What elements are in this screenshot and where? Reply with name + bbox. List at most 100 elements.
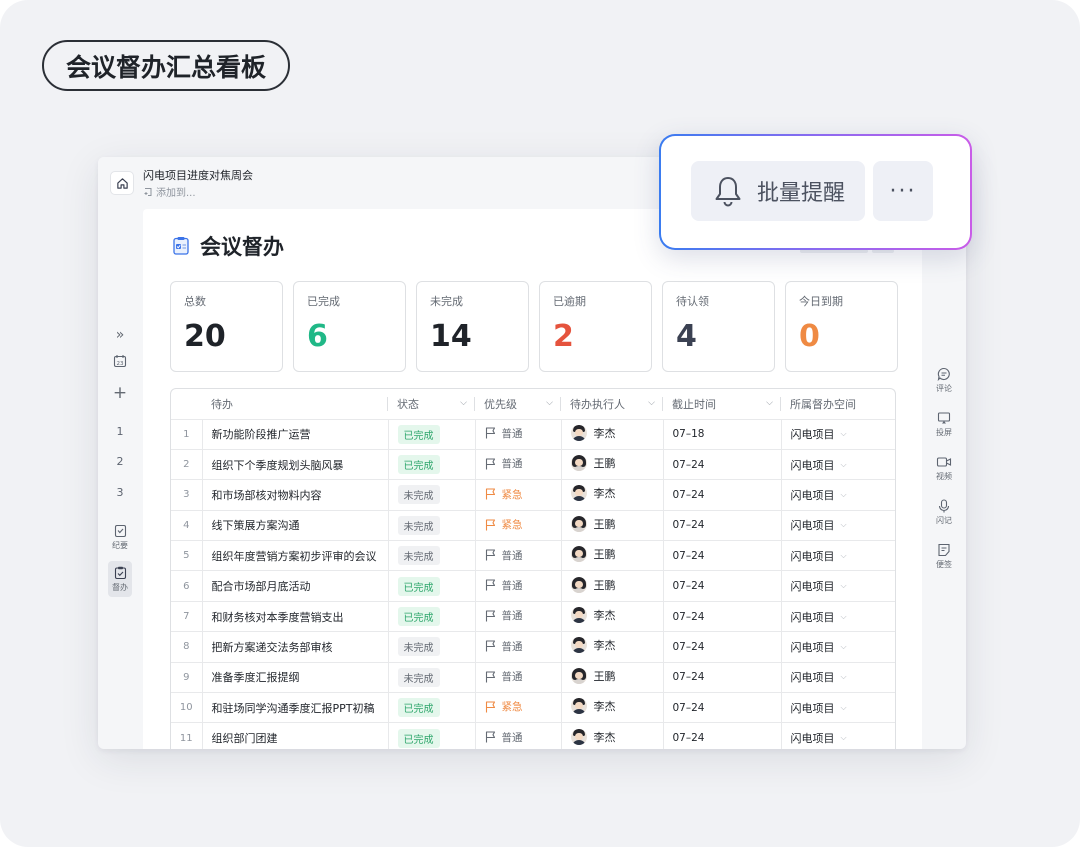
priority-cell[interactable]: 紧急 — [474, 479, 561, 511]
header-task[interactable]: 待办 — [202, 389, 388, 420]
table-row[interactable]: 8 把新方案递交法务部审核 未完成 普通 李杰 07–24 闪电项目 ⌵ — [171, 631, 895, 663]
table-row[interactable]: 2 组织下个季度规划头脑风暴 已完成 普通 王鹏 07–24 闪电项目 ⌵ — [171, 449, 895, 481]
table-row[interactable]: 5 组织年度营销方案初步评审的会议 未完成 普通 王鹏 07–24 闪电项目 ⌵ — [171, 540, 895, 572]
video-button[interactable]: 视频 — [922, 455, 966, 482]
assignee-cell[interactable]: 李杰 — [560, 631, 663, 663]
task-cell[interactable]: 组织部门团建 — [201, 722, 388, 749]
space-cell[interactable]: 闪电项目 ⌵ — [780, 510, 895, 542]
priority-cell[interactable]: 普通 — [474, 570, 561, 602]
task-cell[interactable]: 和驻场同学沟通季度汇报PPT初稿 — [201, 692, 388, 724]
assignee-cell[interactable]: 王鹏 — [560, 449, 663, 481]
table-row[interactable]: 1 新功能阶段推广运营 已完成 普通 李杰 07–18 闪电项目 ⌵ — [171, 419, 895, 450]
space-cell[interactable]: 闪电项目 ⌵ — [780, 722, 895, 749]
expand-button[interactable]: » — [98, 327, 142, 343]
task-cell[interactable]: 新功能阶段推广运营 — [201, 419, 388, 450]
table-row[interactable]: 10 和驻场同学沟通季度汇报PPT初稿 已完成 紧急 李杰 07–24 闪电项目 ⌵ — [171, 692, 895, 724]
assignee-cell[interactable]: 王鹏 — [560, 662, 663, 694]
add-to-link[interactable]: 添加到... — [143, 184, 196, 199]
priority-cell[interactable]: 普通 — [474, 722, 561, 749]
priority-cell[interactable]: 紧急 — [474, 692, 561, 724]
status-cell[interactable]: 已完成 — [387, 601, 475, 633]
assignee-cell[interactable]: 王鹏 — [560, 540, 663, 572]
status-cell[interactable]: 已完成 — [387, 692, 475, 724]
stat-card[interactable]: 今日到期 0 — [785, 281, 898, 372]
task-cell[interactable]: 准备季度汇报提纲 — [201, 662, 388, 694]
deadline-cell[interactable]: 07–24 — [662, 479, 781, 511]
status-cell[interactable]: 已完成 — [387, 419, 475, 450]
task-cell[interactable]: 组织下个季度规划头脑风暴 — [201, 449, 388, 481]
sticky-note-button[interactable]: 便签 — [922, 543, 966, 570]
space-cell[interactable]: 闪电项目 ⌵ — [780, 631, 895, 663]
deadline-cell[interactable]: 07–24 — [662, 722, 781, 749]
task-cell[interactable]: 配合市场部月底活动 — [201, 570, 388, 602]
status-cell[interactable]: 已完成 — [387, 722, 475, 749]
assignee-cell[interactable]: 王鹏 — [560, 570, 663, 602]
assignee-cell[interactable]: 李杰 — [560, 692, 663, 724]
task-cell[interactable]: 把新方案递交法务部审核 — [201, 631, 388, 663]
page-item-3[interactable]: 3 — [98, 486, 142, 499]
assignee-cell[interactable]: 李杰 — [560, 419, 663, 450]
stat-card[interactable]: 待认领 4 — [662, 281, 775, 372]
screen-cast-button[interactable]: 投屏 — [922, 411, 966, 438]
priority-cell[interactable]: 普通 — [474, 540, 561, 572]
space-cell[interactable]: 闪电项目 ⌵ — [780, 692, 895, 724]
deadline-cell[interactable]: 07–18 — [662, 419, 781, 450]
task-cell[interactable]: 和市场部核对物料内容 — [201, 479, 388, 511]
header-status[interactable]: 状态 ⌵ — [388, 389, 475, 420]
status-cell[interactable]: 未完成 — [387, 510, 475, 542]
comment-button[interactable]: 评论 — [922, 367, 966, 394]
assignee-cell[interactable]: 李杰 — [560, 601, 663, 633]
table-row[interactable]: 9 准备季度汇报提纲 未完成 普通 王鹏 07–24 闪电项目 ⌵ — [171, 662, 895, 694]
deadline-cell[interactable]: 07–24 — [662, 540, 781, 572]
assignee-cell[interactable]: 王鹏 — [560, 510, 663, 542]
header-deadline[interactable]: 截止时间 ⌵ — [663, 389, 781, 420]
status-cell[interactable]: 未完成 — [387, 540, 475, 572]
stat-card[interactable]: 总数 20 — [170, 281, 283, 372]
status-cell[interactable]: 已完成 — [387, 449, 475, 481]
stat-card[interactable]: 未完成 14 — [416, 281, 529, 372]
priority-cell[interactable]: 普通 — [474, 449, 561, 481]
status-cell[interactable]: 已完成 — [387, 570, 475, 602]
priority-cell[interactable]: 普通 — [474, 419, 561, 450]
page-item-1[interactable]: 1 — [98, 425, 142, 438]
header-space[interactable]: 所属督办空间 — [781, 389, 895, 420]
deadline-cell[interactable]: 07–24 — [662, 449, 781, 481]
priority-cell[interactable]: 普通 — [474, 601, 561, 633]
supervise-button[interactable]: 督办 — [98, 561, 142, 597]
header-priority[interactable]: 优先级 ⌵ — [475, 389, 561, 420]
home-button[interactable] — [110, 171, 134, 195]
space-cell[interactable]: 闪电项目 ⌵ — [780, 601, 895, 633]
more-button[interactable]: ··· — [873, 161, 933, 221]
assignee-cell[interactable]: 李杰 — [560, 479, 663, 511]
deadline-cell[interactable]: 07–24 — [662, 570, 781, 602]
table-row[interactable]: 7 和财务核对本季度营销支出 已完成 普通 李杰 07–24 闪电项目 ⌵ — [171, 601, 895, 633]
deadline-cell[interactable]: 07–24 — [662, 601, 781, 633]
task-cell[interactable]: 组织年度营销方案初步评审的会议 — [201, 540, 388, 572]
space-cell[interactable]: 闪电项目 ⌵ — [780, 419, 895, 450]
batch-remind-button[interactable]: 批量提醒 — [691, 161, 865, 221]
priority-cell[interactable]: 普通 — [474, 662, 561, 694]
flash-note-button[interactable]: 闪记 — [922, 499, 966, 526]
header-assignee[interactable]: 待办执行人 ⌵ — [561, 389, 663, 420]
table-row[interactable]: 11 组织部门团建 已完成 普通 李杰 07–24 闪电项目 ⌵ — [171, 722, 895, 749]
table-row[interactable]: 6 配合市场部月底活动 已完成 普通 王鹏 07–24 闪电项目 ⌵ — [171, 570, 895, 602]
space-cell[interactable]: 闪电项目 ⌵ — [780, 449, 895, 481]
calendar-button[interactable]: 23 — [98, 354, 142, 368]
deadline-cell[interactable]: 07–24 — [662, 631, 781, 663]
status-cell[interactable]: 未完成 — [387, 662, 475, 694]
deadline-cell[interactable]: 07–24 — [662, 510, 781, 542]
task-cell[interactable]: 线下策展方案沟通 — [201, 510, 388, 542]
stat-card[interactable]: 已完成 6 — [293, 281, 406, 372]
priority-cell[interactable]: 紧急 — [474, 510, 561, 542]
space-cell[interactable]: 闪电项目 ⌵ — [780, 540, 895, 572]
task-cell[interactable]: 和财务核对本季度营销支出 — [201, 601, 388, 633]
deadline-cell[interactable]: 07–24 — [662, 692, 781, 724]
priority-cell[interactable]: 普通 — [474, 631, 561, 663]
table-row[interactable]: 4 线下策展方案沟通 未完成 紧急 王鹏 07–24 闪电项目 ⌵ — [171, 510, 895, 542]
minutes-button[interactable]: 纪要 — [98, 519, 142, 555]
stat-card[interactable]: 已逾期 2 — [539, 281, 652, 372]
page-item-2[interactable]: 2 — [98, 455, 142, 468]
assignee-cell[interactable]: 李杰 — [560, 722, 663, 749]
deadline-cell[interactable]: 07–24 — [662, 662, 781, 694]
table-row[interactable]: 3 和市场部核对物料内容 未完成 紧急 李杰 07–24 闪电项目 ⌵ — [171, 479, 895, 511]
